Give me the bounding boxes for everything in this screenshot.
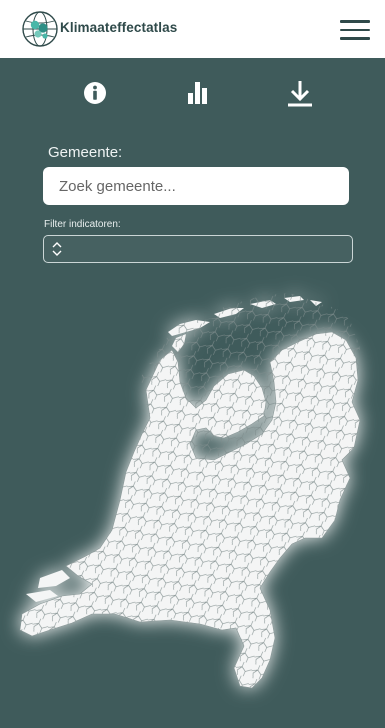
top-bar: Klimaateffectatlas xyxy=(0,0,385,58)
info-icon xyxy=(84,82,106,104)
brand-name[interactable]: Klimaateffectatlas xyxy=(60,20,177,35)
municipality-search-input[interactable] xyxy=(43,167,349,205)
municipality-label: Gemeente: xyxy=(48,144,123,161)
netherlands-municipality-map[interactable] xyxy=(0,238,385,728)
indicator-filter-label: Filter indicatoren: xyxy=(44,219,121,230)
info-button[interactable] xyxy=(75,76,115,110)
hamburger-menu-button[interactable] xyxy=(340,20,370,40)
globe-logo-icon[interactable] xyxy=(20,9,60,49)
download-icon xyxy=(288,81,312,107)
bar-chart-icon xyxy=(188,82,207,104)
download-button[interactable] xyxy=(280,76,320,110)
statistics-button[interactable] xyxy=(178,76,218,110)
municipality-borders xyxy=(20,293,360,688)
hamburger-menu-icon xyxy=(340,20,370,23)
